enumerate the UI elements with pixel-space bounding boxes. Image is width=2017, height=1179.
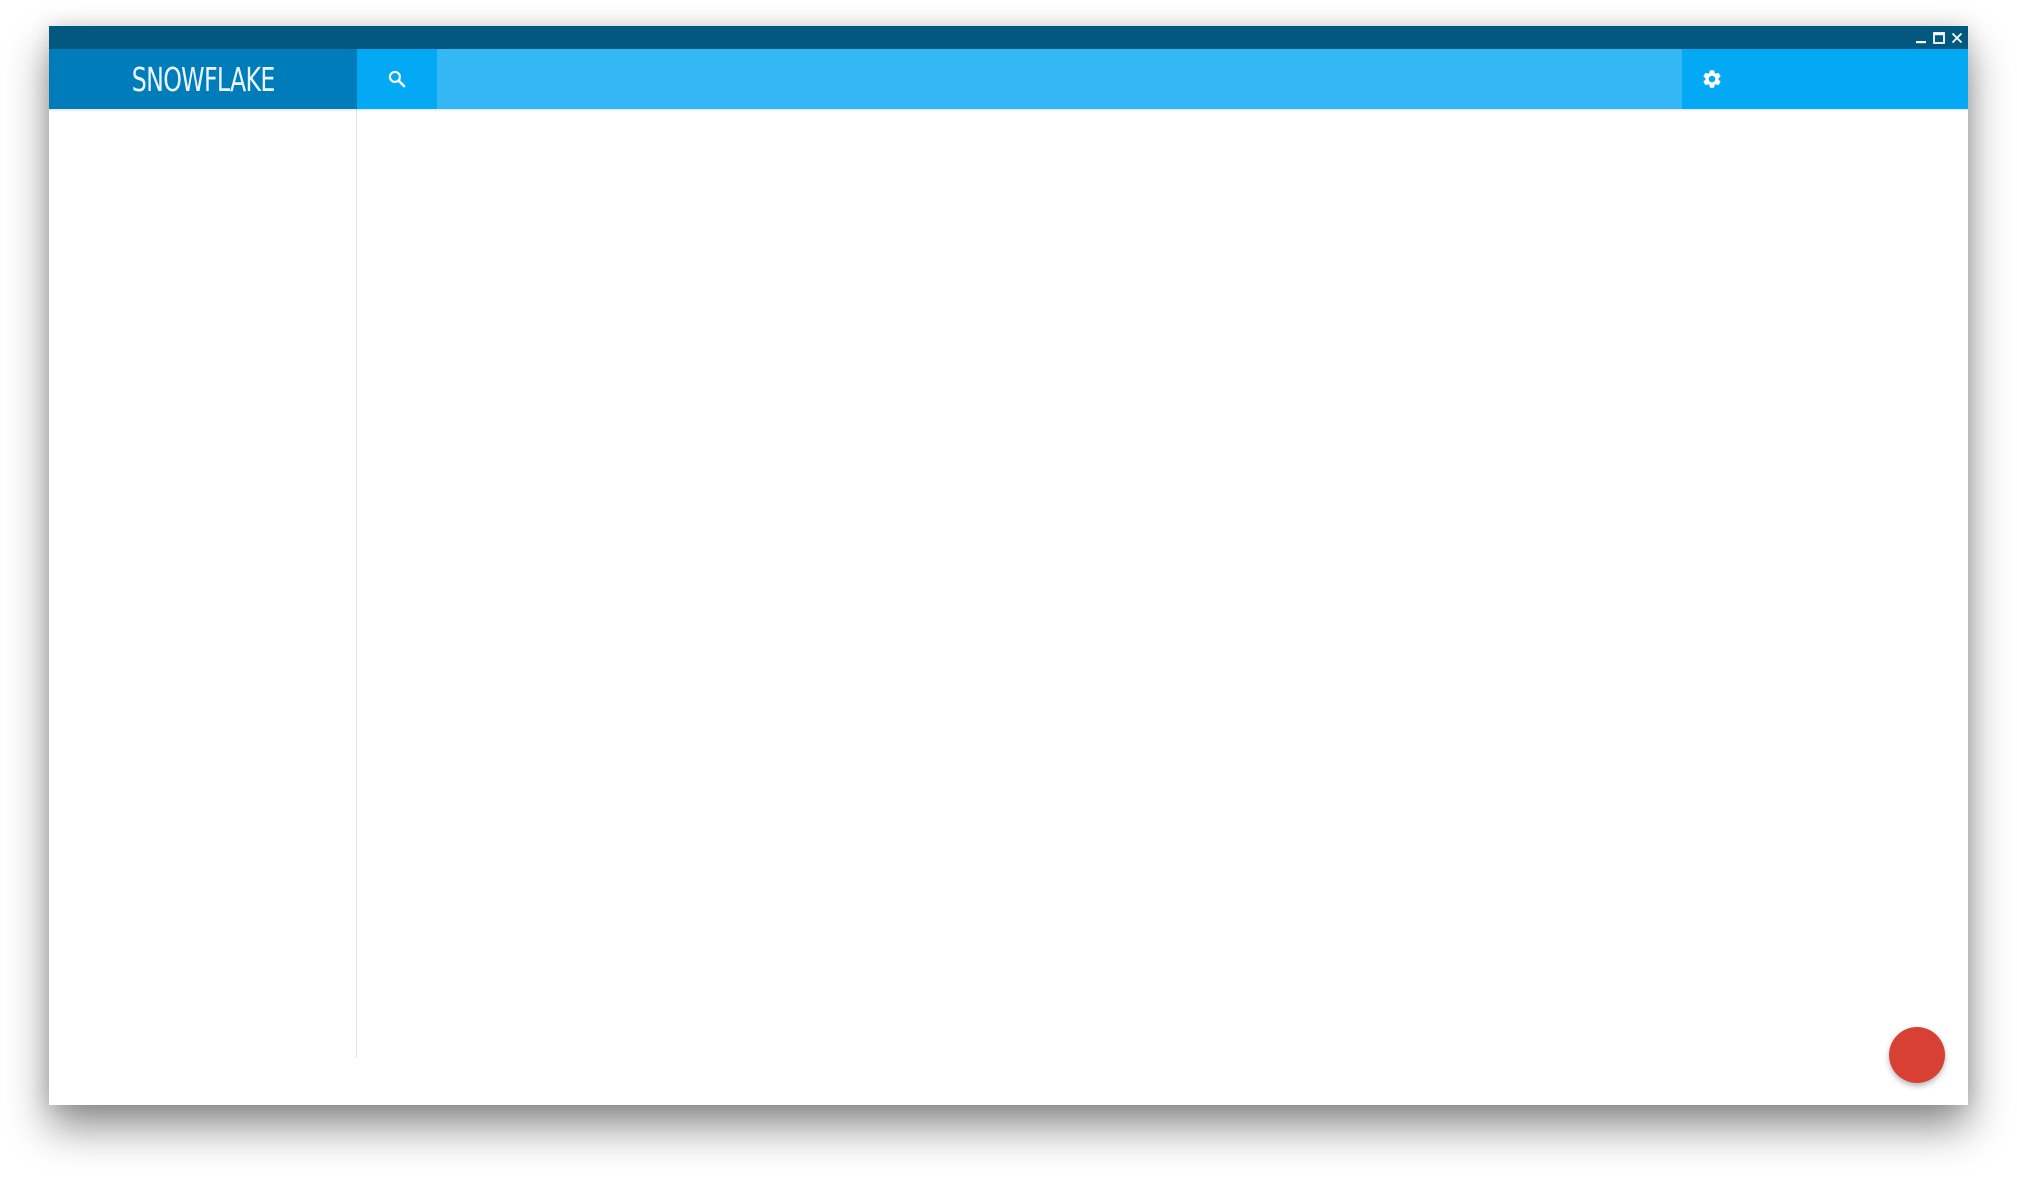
window-titlebar[interactable] (49, 26, 1968, 49)
close-icon (1951, 32, 1963, 43)
maximize-icon (1933, 31, 1945, 44)
gear-icon (1703, 70, 1721, 88)
close-button[interactable] (1950, 31, 1964, 45)
brand-area: SNOWFLAKE (49, 49, 357, 109)
search-input[interactable] (437, 49, 1682, 109)
main-content (357, 109, 1968, 1105)
window-controls (1914, 28, 1964, 47)
settings-button[interactable] (1698, 65, 1726, 93)
toolbar-shadow (49, 109, 1968, 112)
app-toolbar: SNOWFLAKE (49, 49, 1968, 109)
minimize-button[interactable] (1914, 31, 1928, 45)
app-window: SNOWFLAKE (49, 26, 1968, 1105)
maximize-button[interactable] (1932, 31, 1946, 45)
search-icon (388, 70, 406, 88)
settings-area (1682, 49, 1968, 109)
app-logo-text: SNOWFLAKE (131, 59, 276, 99)
floating-action-button[interactable] (1889, 1027, 1945, 1083)
minimize-icon (1916, 40, 1926, 43)
sidebar (49, 109, 357, 1058)
search-button[interactable] (357, 49, 437, 109)
